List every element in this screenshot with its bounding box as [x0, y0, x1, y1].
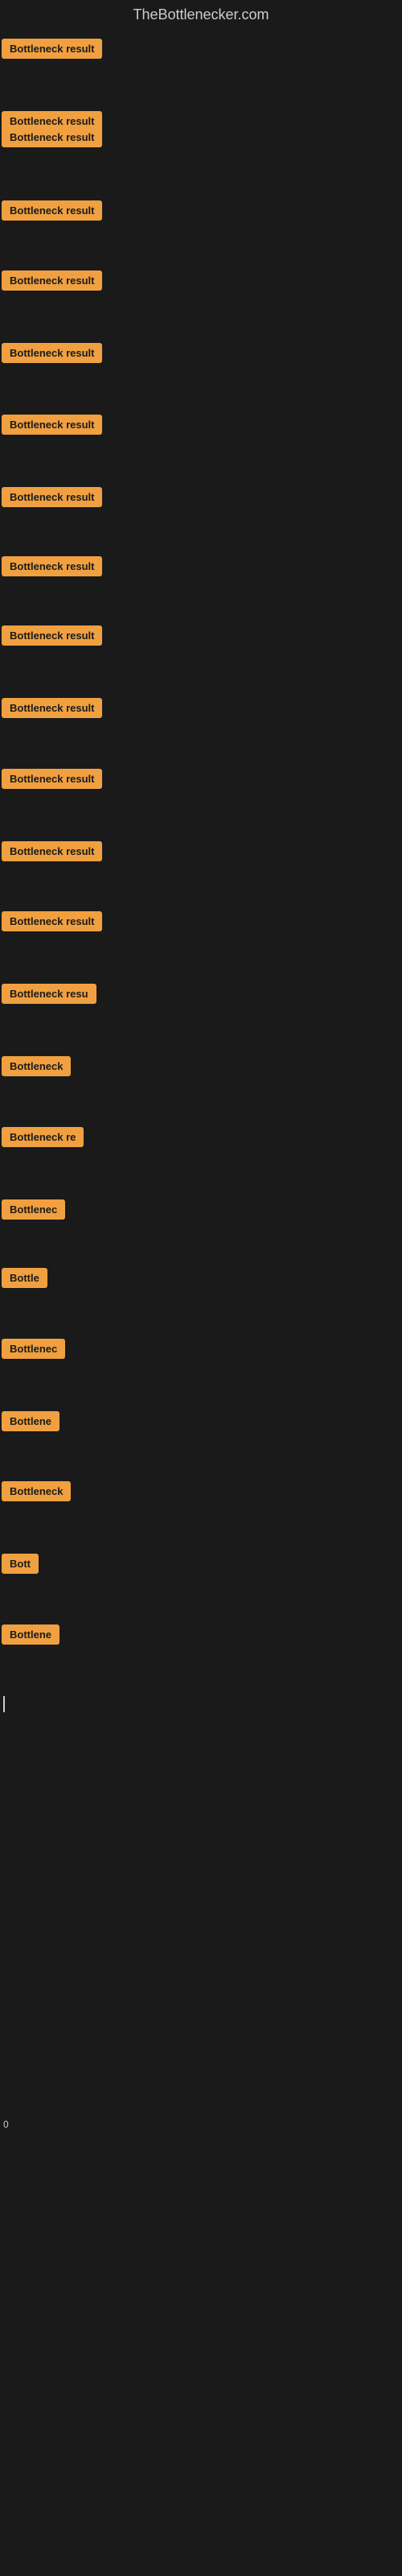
bottleneck-item-5: Bottleneck result	[0, 264, 102, 301]
bottleneck-item-8: Bottleneck result	[0, 481, 102, 518]
bottleneck-item-18: Bottlenec	[0, 1193, 65, 1230]
bottleneck-badge-1[interactable]: Bottleneck result	[2, 39, 102, 59]
bottleneck-item-15: Bottleneck resu	[0, 977, 96, 1014]
cursor-line	[3, 1696, 5, 1712]
bottleneck-item-19: Bottle	[0, 1261, 47, 1298]
bottleneck-item-3: Bottleneck result	[0, 121, 102, 158]
bottleneck-badge-22[interactable]: Bottleneck	[2, 1481, 71, 1501]
site-title: TheBottlenecker.com	[0, 0, 402, 30]
bottleneck-badge-6[interactable]: Bottleneck result	[2, 343, 102, 363]
bottleneck-badge-10[interactable]: Bottleneck result	[2, 625, 102, 646]
bottleneck-item-22: Bottleneck	[0, 1475, 71, 1512]
bottleneck-badge-16[interactable]: Bottleneck	[2, 1056, 71, 1076]
bottleneck-item-23: Bott	[0, 1547, 39, 1584]
bottleneck-badge-20[interactable]: Bottlenec	[2, 1339, 65, 1359]
bottleneck-item-10: Bottleneck result	[0, 619, 102, 656]
bottleneck-item-11: Bottleneck result	[0, 691, 102, 729]
bottleneck-badge-24[interactable]: Bottlene	[2, 1624, 59, 1645]
bottleneck-badge-9[interactable]: Bottleneck result	[2, 556, 102, 576]
bottleneck-item-16: Bottleneck	[0, 1050, 71, 1087]
bottleneck-item-1: Bottleneck result	[0, 32, 102, 69]
bottleneck-badge-5[interactable]: Bottleneck result	[2, 270, 102, 291]
bottleneck-item-13: Bottleneck result	[0, 835, 102, 872]
bottleneck-badge-18[interactable]: Bottlenec	[2, 1199, 65, 1220]
bottleneck-badge-8[interactable]: Bottleneck result	[2, 487, 102, 507]
bottleneck-badge-17[interactable]: Bottleneck re	[2, 1127, 84, 1147]
bottleneck-badge-7[interactable]: Bottleneck result	[2, 415, 102, 435]
bottleneck-item-20: Bottlenec	[0, 1332, 65, 1369]
bottleneck-badge-15[interactable]: Bottleneck resu	[2, 984, 96, 1004]
bottleneck-badge-23[interactable]: Bott	[2, 1554, 39, 1574]
bottleneck-item-7: Bottleneck result	[0, 408, 102, 445]
bottleneck-item-21: Bottlene	[0, 1405, 59, 1442]
bottleneck-badge-13[interactable]: Bottleneck result	[2, 841, 102, 861]
bottleneck-item-12: Bottleneck result	[0, 762, 102, 799]
bottleneck-badge-11[interactable]: Bottleneck result	[2, 698, 102, 718]
bottleneck-item-14: Bottleneck result	[0, 905, 102, 942]
bottleneck-badge-3[interactable]: Bottleneck result	[2, 127, 102, 147]
bottleneck-badge-19[interactable]: Bottle	[2, 1268, 47, 1288]
bottleneck-item-9: Bottleneck result	[0, 550, 102, 587]
bottleneck-item-17: Bottleneck re	[0, 1121, 84, 1158]
bottleneck-badge-21[interactable]: Bottlene	[2, 1411, 59, 1431]
bottleneck-badge-4[interactable]: Bottleneck result	[2, 200, 102, 221]
bottleneck-item-4: Bottleneck result	[0, 194, 102, 231]
bottleneck-item-24: Bottlene	[0, 1618, 59, 1655]
bottleneck-badge-12[interactable]: Bottleneck result	[2, 769, 102, 789]
bottleneck-badge-14[interactable]: Bottleneck result	[2, 911, 102, 931]
small-char: 0	[2, 2115, 10, 2134]
bottleneck-item-6: Bottleneck result	[0, 336, 102, 374]
